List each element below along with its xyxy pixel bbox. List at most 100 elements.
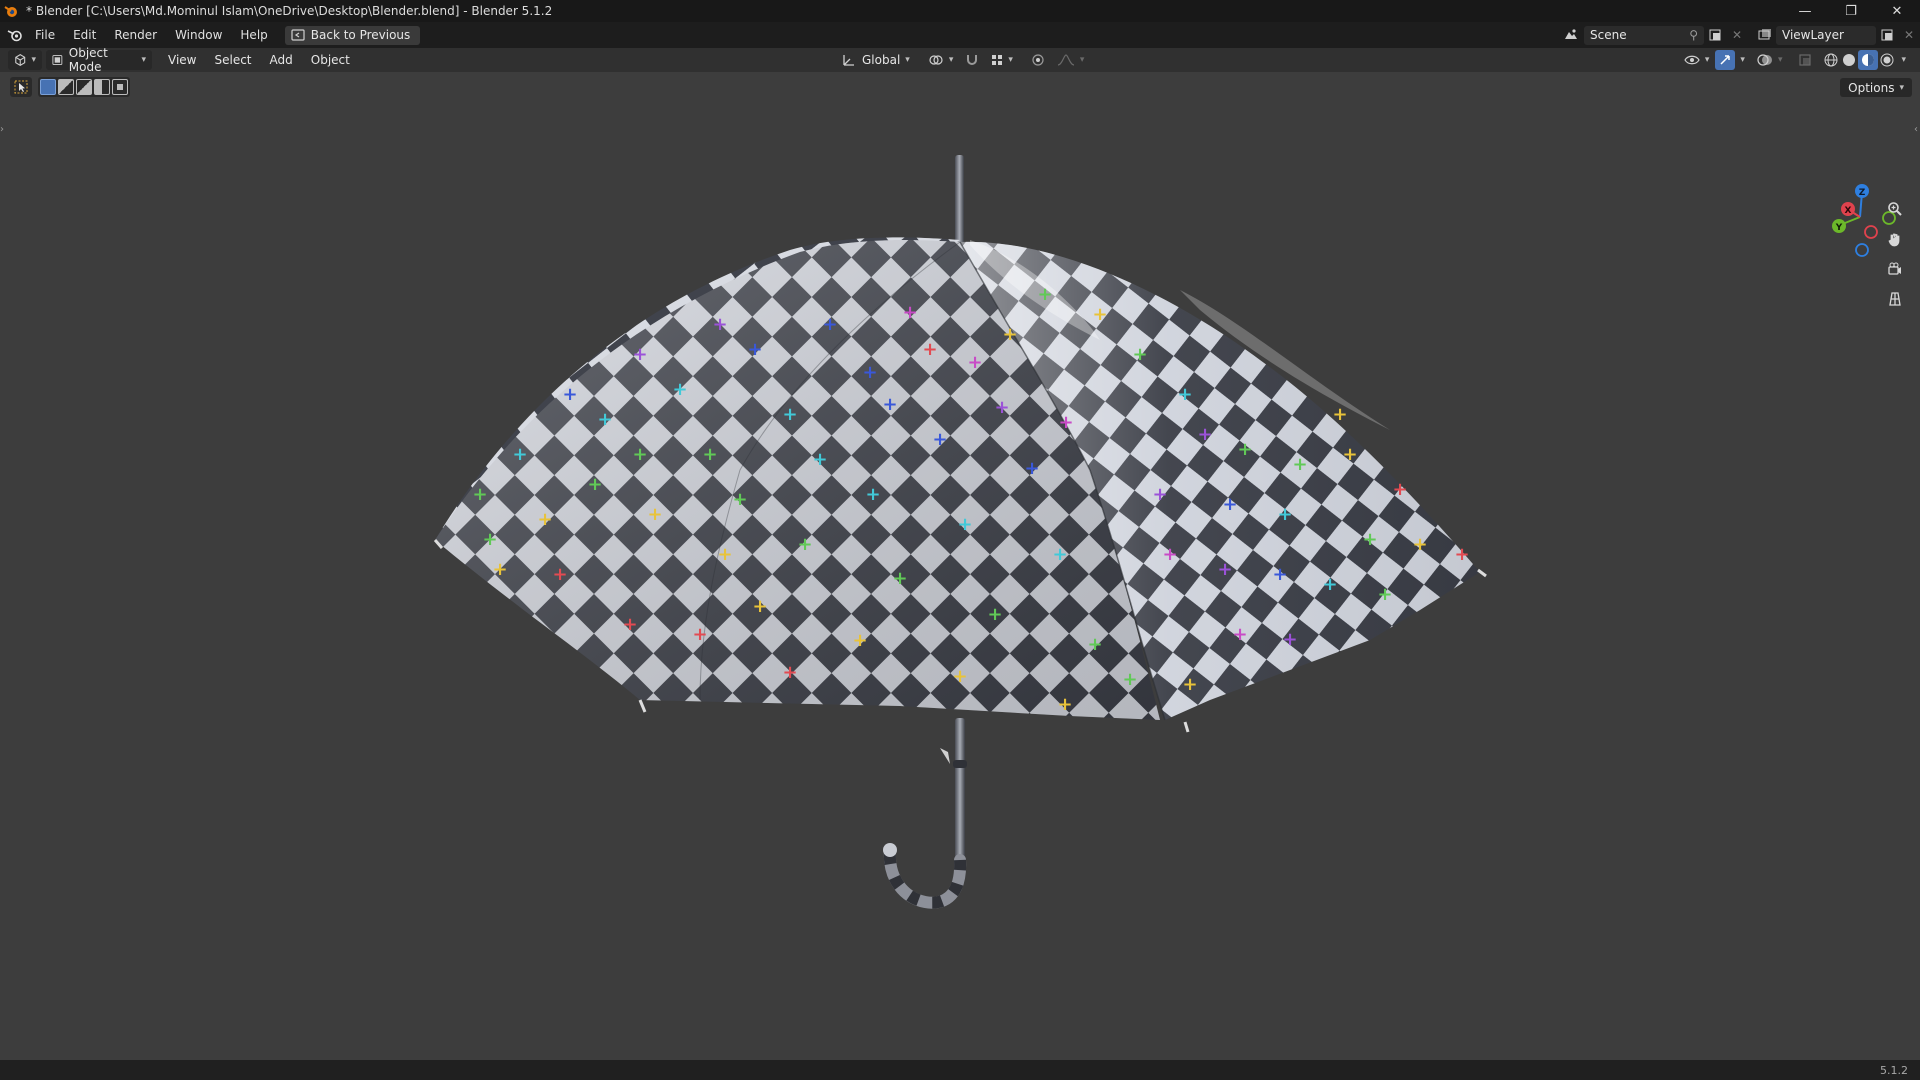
- svg-text:+: +: [957, 514, 972, 535]
- svg-text:+: +: [692, 624, 707, 645]
- shading-material-button[interactable]: [1858, 50, 1879, 70]
- menu-file[interactable]: File: [26, 22, 64, 48]
- material-sphere-icon: [1862, 54, 1875, 66]
- svg-text:+: +: [902, 302, 917, 323]
- svg-text:+: +: [622, 614, 637, 635]
- view-layer-name: ViewLayer: [1782, 28, 1844, 42]
- chevron-down-icon[interactable]: ▾: [1901, 55, 1906, 65]
- menu-object[interactable]: Object: [305, 50, 356, 70]
- svg-text:+: +: [1152, 484, 1167, 505]
- snap-target-selector[interactable]: ▾: [985, 50, 1019, 70]
- svg-text:+: +: [1282, 629, 1297, 650]
- transform-orientation-selector[interactable]: Global ▾: [836, 50, 916, 70]
- svg-text:+: +: [1182, 674, 1197, 695]
- version-label: 5.1.2: [1880, 1063, 1908, 1077]
- svg-text:+: +: [1052, 544, 1067, 565]
- menu-render[interactable]: Render: [105, 22, 166, 48]
- scene-name: Scene: [1590, 28, 1627, 42]
- scene-selector[interactable]: Scene ⚲: [1584, 25, 1704, 45]
- svg-text:+: +: [732, 489, 747, 510]
- svg-text:+: +: [752, 596, 767, 617]
- chevron-down-icon: ▾: [141, 55, 146, 65]
- svg-text:+: +: [1342, 444, 1357, 465]
- shading-solid-button[interactable]: [1840, 50, 1858, 70]
- menu-help[interactable]: Help: [231, 22, 276, 48]
- grid-icon: [1889, 292, 1901, 306]
- zoom-button[interactable]: [1882, 196, 1908, 222]
- svg-text:+: +: [717, 544, 732, 565]
- mode-selector[interactable]: Object Mode ▾: [46, 46, 152, 74]
- chevron-down-icon: ▾: [1008, 55, 1013, 65]
- rendered-sphere-icon: [1880, 53, 1894, 67]
- chevron-down-icon: ▾: [1777, 55, 1783, 65]
- pivot-point-selector[interactable]: ▾: [922, 50, 960, 70]
- svg-text:+: +: [1412, 534, 1427, 555]
- view-layer-selector[interactable]: ViewLayer: [1776, 25, 1876, 45]
- svg-text:+: +: [482, 529, 497, 550]
- menu-view[interactable]: View: [162, 50, 202, 70]
- svg-text:+: +: [1037, 284, 1052, 305]
- snap-toggle[interactable]: [959, 50, 985, 70]
- navigation-gizmo[interactable]: Z Y X: [1810, 182, 1900, 262]
- toolbar-expand-arrow[interactable]: ›: [0, 124, 4, 135]
- svg-text:+: +: [1292, 454, 1307, 475]
- svg-text:+: +: [1122, 669, 1137, 690]
- delete-view-layer-icon[interactable]: ✕: [1898, 26, 1920, 45]
- menu-add[interactable]: Add: [264, 50, 299, 70]
- back-to-previous-button[interactable]: Back to Previous: [284, 25, 421, 45]
- chevron-down-icon: ▾: [1079, 55, 1085, 65]
- svg-text:+: +: [1392, 479, 1407, 500]
- orientation-axes-icon: [843, 55, 854, 66]
- svg-text:+: +: [865, 484, 880, 505]
- svg-text:+: +: [672, 379, 687, 400]
- menu-window[interactable]: Window: [166, 22, 231, 48]
- wireframe-sphere-icon: [1824, 53, 1838, 67]
- window-title: * Blender [C:\Users\Md.Mominul Islam\One…: [26, 4, 553, 18]
- chevron-down-icon[interactable]: ▾: [1740, 55, 1745, 65]
- menu-select[interactable]: Select: [208, 50, 257, 70]
- sidebar-expand-arrow[interactable]: ‹: [1914, 124, 1918, 135]
- svg-text:+: +: [472, 484, 487, 505]
- editor-type-selector[interactable]: ▾: [8, 50, 42, 70]
- svg-text:+: +: [967, 352, 982, 373]
- svg-text:+: +: [647, 504, 662, 525]
- svg-text:+: +: [512, 444, 527, 465]
- minimize-button[interactable]: —: [1782, 0, 1828, 22]
- svg-text:+: +: [1162, 544, 1177, 565]
- proportional-editing-toggle[interactable]: [1025, 50, 1051, 70]
- blender-menu-icon[interactable]: [4, 26, 26, 45]
- chevron-down-icon: ▾: [31, 55, 36, 65]
- maximize-button[interactable]: ❐: [1828, 0, 1874, 22]
- close-button[interactable]: ✕: [1874, 0, 1920, 22]
- magnify-icon: [1888, 202, 1902, 216]
- shading-rendered-button[interactable]: [1878, 50, 1896, 70]
- perspective-toggle-button[interactable]: [1882, 286, 1908, 312]
- 3d-viewport[interactable]: + + + + + + + + + + + + + + + + + + + + …: [0, 72, 1920, 1060]
- overlays-toggle[interactable]: ▾: [1751, 50, 1789, 70]
- pan-button[interactable]: [1882, 226, 1908, 252]
- gizmos-toggle[interactable]: [1715, 50, 1736, 70]
- svg-text:+: +: [797, 534, 812, 555]
- svg-text:+: +: [1058, 412, 1073, 433]
- object-visibility-selector[interactable]: ▾: [1678, 50, 1716, 70]
- shading-wireframe-button[interactable]: [1822, 50, 1840, 70]
- scene-icon[interactable]: [1560, 26, 1582, 45]
- new-scene-icon[interactable]: [1704, 26, 1726, 45]
- svg-text:+: +: [1272, 564, 1287, 585]
- menu-edit[interactable]: Edit: [64, 22, 105, 48]
- new-view-layer-icon[interactable]: [1876, 26, 1898, 45]
- svg-text:+: +: [632, 444, 647, 465]
- svg-text:+: +: [702, 444, 717, 465]
- camera-view-button[interactable]: [1882, 256, 1908, 282]
- falloff-selector[interactable]: ▾: [1051, 50, 1091, 70]
- gizmo-z-label: Z: [1859, 188, 1866, 198]
- svg-text:+: +: [1177, 384, 1192, 405]
- view-layer-icon[interactable]: [1754, 26, 1776, 45]
- svg-text:+: +: [587, 474, 602, 495]
- svg-text:+: +: [994, 397, 1009, 418]
- umbrella-model[interactable]: + + + + + + + + + + + + + + + + + + + + …: [0, 72, 1920, 1060]
- xray-toggle[interactable]: [1792, 50, 1818, 70]
- delete-scene-icon[interactable]: ✕: [1726, 26, 1748, 45]
- hand-icon: [1888, 233, 1900, 247]
- pin-icon[interactable]: ⚲: [1689, 28, 1698, 42]
